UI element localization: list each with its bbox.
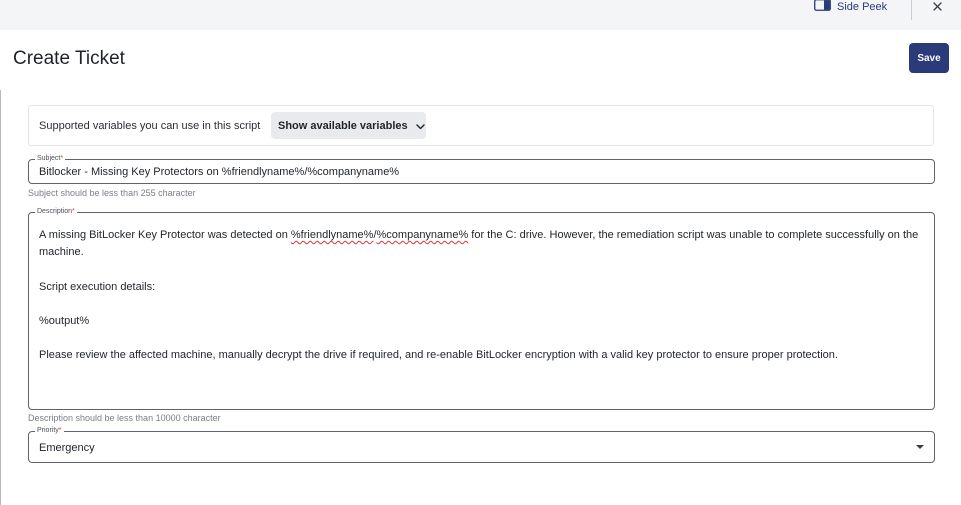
chevron-down-icon <box>415 117 425 135</box>
subject-field[interactable]: Subject* Bitlocker - Missing Key Protect… <box>28 155 935 184</box>
topbar-divider <box>911 0 912 20</box>
description-paragraph: %output% <box>39 314 90 327</box>
page-title: Create Ticket <box>13 48 125 69</box>
side-panel-icon <box>814 0 831 16</box>
close-icon <box>932 0 942 16</box>
priority-select[interactable]: Priority* Emergency <box>28 427 935 463</box>
priority-label: Priority* <box>35 427 64 435</box>
required-mark: * <box>58 427 62 434</box>
description-paragraph: Script execution details: <box>39 280 156 293</box>
spellcheck-flagged-word: %companyname% <box>376 229 469 241</box>
save-button[interactable]: Save <box>909 43 949 73</box>
dropdown-caret-icon <box>916 445 924 449</box>
show-variables-button[interactable]: Show available variables <box>271 112 426 139</box>
description-paragraph: Please review the affected machine, manu… <box>39 349 838 362</box>
description-label: Description* <box>35 208 77 216</box>
subject-label: Subject* <box>35 155 66 163</box>
show-variables-label: Show available variables <box>278 119 408 132</box>
subject-input[interactable]: Bitlocker - Missing Key Protectors on %f… <box>39 166 399 178</box>
description-field[interactable]: Description* A missing BitLocker Key Pro… <box>28 208 935 410</box>
description-textarea[interactable]: A missing BitLocker Key Protector was de… <box>39 227 924 365</box>
spellcheck-flagged-word: %friendlyname% <box>290 229 374 241</box>
required-mark: * <box>72 208 75 215</box>
panel-left-edge <box>0 90 1 505</box>
supported-variables-box: Supported variables you can use in this … <box>28 105 934 146</box>
required-mark: * <box>60 155 64 162</box>
side-peek-label: Side Peek <box>837 1 888 13</box>
subject-hint: Subject should be less than 255 characte… <box>28 188 196 198</box>
description-hint: Description should be less than 10000 ch… <box>28 413 221 423</box>
side-peek-button[interactable]: Side Peek <box>814 0 887 14</box>
supported-variables-text: Supported variables you can use in this … <box>39 120 261 132</box>
priority-value: Emergency <box>39 442 95 454</box>
close-button[interactable] <box>928 0 946 14</box>
top-bar: Side Peek <box>0 0 961 30</box>
description-paragraph: A missing BitLocker Key Protector was de… <box>39 229 919 259</box>
